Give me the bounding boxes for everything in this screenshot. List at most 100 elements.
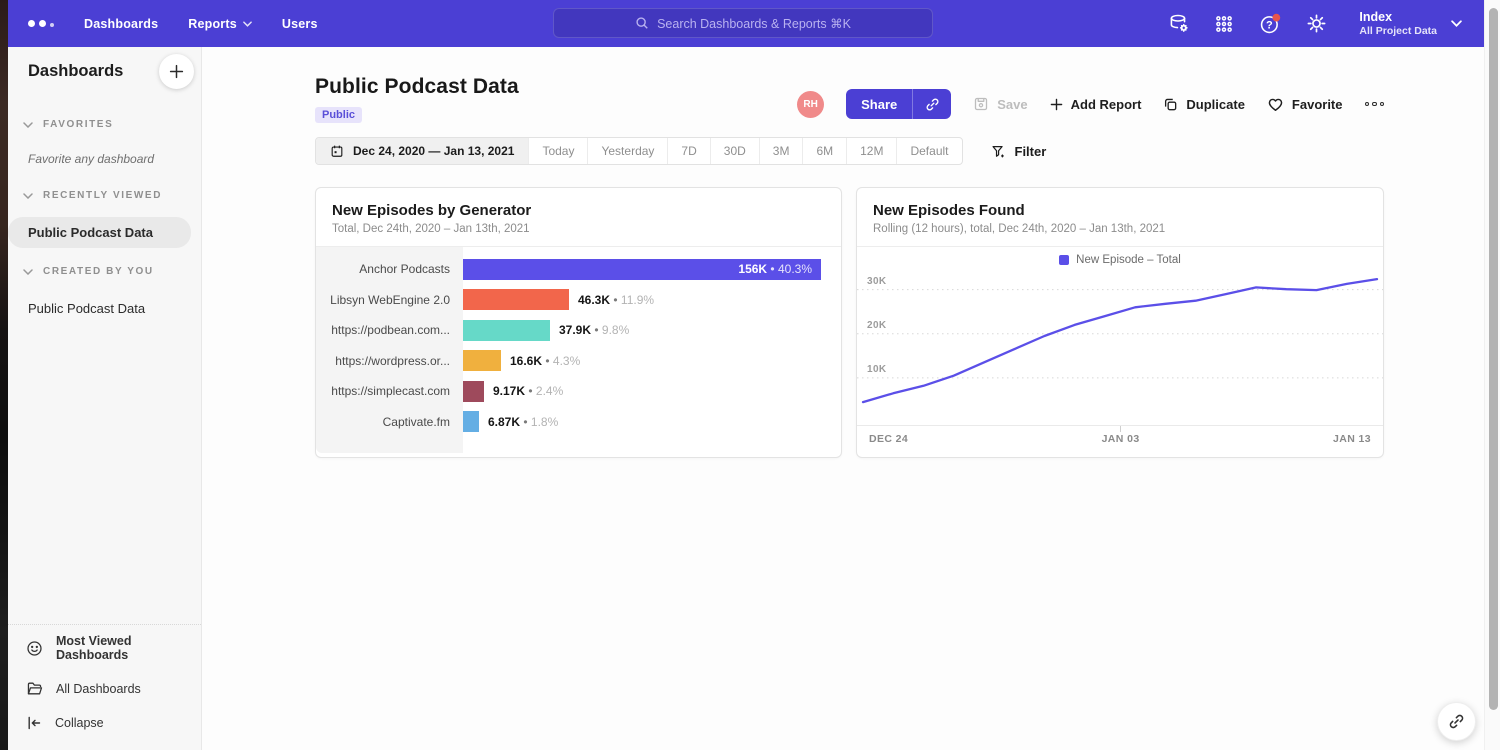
section-header-favorites[interactable]: FAVORITES xyxy=(8,109,201,140)
bar-segment[interactable] xyxy=(463,350,501,371)
filter-button[interactable]: Filter xyxy=(991,144,1047,159)
copy-link-floating-button[interactable] xyxy=(1437,702,1476,741)
app-logo[interactable] xyxy=(8,20,72,27)
footer-item-label: Collapse xyxy=(55,716,104,730)
search-placeholder: Search Dashboards & Reports ⌘K xyxy=(657,16,851,31)
nav-item-reports[interactable]: Reports xyxy=(188,17,252,31)
bar-segment[interactable]: 156K • 40.3% xyxy=(463,259,821,280)
bar-segment[interactable] xyxy=(463,381,484,402)
data-governance-icon[interactable] xyxy=(1167,13,1189,35)
date-controls: Dec 24, 2020 — Jan 13, 2021 TodayYesterd… xyxy=(315,137,1046,165)
section-label: CREATED BY YOU xyxy=(43,266,154,277)
bar-value-label: 16.6K • 4.3% xyxy=(510,354,580,368)
nav-item-label: Dashboards xyxy=(84,17,158,31)
folder-icon xyxy=(26,680,43,697)
sidebar-footer-all-dashboards[interactable]: All Dashboards xyxy=(8,671,201,706)
sidebar-footer-most-viewed-dashboards[interactable]: Most Viewed Dashboards xyxy=(8,625,201,671)
bar-zone: 46.3K • 11.9% xyxy=(463,289,841,310)
add-report-button[interactable]: Add Report xyxy=(1050,97,1142,112)
primary-nav: Dashboards Reports Users xyxy=(84,17,318,31)
account-name: Index xyxy=(1359,10,1437,26)
plus-icon xyxy=(169,64,184,79)
save-icon xyxy=(973,96,989,112)
bar-row[interactable]: https://simplecast.com 9.17K • 2.4% xyxy=(316,376,841,407)
x-axis: DEC 24JAN 03JAN 13 xyxy=(857,425,1383,452)
section-header-recently-viewed[interactable]: RECENTLY VIEWED xyxy=(8,180,201,211)
report-card-new-episodes-by-generator[interactable]: New Episodes by Generator Total, Dec 24t… xyxy=(315,187,842,458)
sidebar-title: Dashboards xyxy=(28,62,123,81)
y-axis-tick-label: 20K xyxy=(867,320,887,331)
logo-dot xyxy=(28,20,35,27)
settings-gear-icon[interactable] xyxy=(1305,13,1327,35)
scrollbar-thumb[interactable] xyxy=(1489,8,1498,710)
footer-item-label: All Dashboards xyxy=(56,682,141,696)
bar-row[interactable]: Libsyn WebEngine 2.046.3K • 11.9% xyxy=(316,285,841,316)
date-presets: TodayYesterday7D30D3M6M12MDefault xyxy=(529,138,961,164)
smiley-icon xyxy=(26,640,43,657)
desktop-edge-strip xyxy=(0,0,8,750)
save-button[interactable]: Save xyxy=(973,96,1027,112)
duplicate-icon xyxy=(1163,97,1178,112)
sidebar-item-public-podcast-data[interactable]: Public Podcast Data xyxy=(8,293,191,324)
bar-row[interactable]: Captivate.fm6.87K • 1.8% xyxy=(316,407,841,438)
account-switcher[interactable]: Index All Project Data xyxy=(1359,10,1462,38)
date-preset-6m[interactable]: 6M xyxy=(803,138,847,164)
add-dashboard-button[interactable] xyxy=(159,54,194,89)
sidebar-section: RECENTLY VIEWED Public Podcast Data xyxy=(8,180,201,248)
apps-grid-icon[interactable] xyxy=(1213,13,1235,35)
bar-row[interactable]: https://wordpress.or... 16.6K • 4.3% xyxy=(316,346,841,377)
visibility-badge: Public xyxy=(315,107,362,123)
date-range-picker[interactable]: Dec 24, 2020 — Jan 13, 2021 xyxy=(316,138,529,164)
nav-item-label: Reports xyxy=(188,17,237,31)
sidebar-footer-collapse[interactable]: Collapse xyxy=(8,706,201,740)
chevron-down-icon xyxy=(243,21,252,27)
more-options-button[interactable] xyxy=(1365,98,1385,111)
axis-tick xyxy=(1120,426,1121,432)
favorite-button[interactable]: Favorite xyxy=(1267,96,1343,112)
link-icon xyxy=(1448,713,1465,730)
legend-label: New Episode – Total xyxy=(1076,254,1181,266)
heart-icon xyxy=(1267,96,1284,112)
report-card-new-episodes-found[interactable]: New Episodes Found Rolling (12 hours), t… xyxy=(856,187,1384,458)
nav-item-dashboards[interactable]: Dashboards xyxy=(84,17,158,31)
bar-zone: 9.17K • 2.4% xyxy=(463,381,841,402)
bar-value-label: 9.17K • 2.4% xyxy=(493,384,563,398)
bar-segment[interactable] xyxy=(463,411,479,432)
sidebar-item-public-podcast-data[interactable]: Public Podcast Data xyxy=(8,217,191,248)
card-title: New Episodes Found xyxy=(873,202,1367,219)
bar-row[interactable]: https://podbean.com...37.9K • 9.8% xyxy=(316,315,841,346)
date-preset-3m[interactable]: 3M xyxy=(760,138,804,164)
date-preset-7d[interactable]: 7D xyxy=(668,138,710,164)
topbar: Dashboards Reports Users Search Dashboards… xyxy=(8,0,1484,47)
chevron-down-icon xyxy=(1451,20,1462,27)
bar-category-label: https://simplecast.com xyxy=(316,384,463,398)
share-button-label[interactable]: Share xyxy=(846,89,913,119)
duplicate-button[interactable]: Duplicate xyxy=(1163,97,1245,112)
bar-segment[interactable] xyxy=(463,289,569,310)
bar-row[interactable]: Anchor Podcasts 156K • 40.3% xyxy=(316,254,841,285)
bar-category-label: https://wordpress.or... xyxy=(316,354,463,368)
date-preset-default[interactable]: Default xyxy=(897,138,961,164)
date-preset-30d[interactable]: 30D xyxy=(711,138,760,164)
bar-category-label: Anchor Podcasts xyxy=(316,262,463,276)
report-cards: New Episodes by Generator Total, Dec 24t… xyxy=(315,187,1384,458)
plus-icon xyxy=(1050,98,1063,111)
share-link-icon[interactable] xyxy=(913,89,951,119)
date-preset-yesterday[interactable]: Yesterday xyxy=(588,138,668,164)
logo-dot xyxy=(50,23,54,27)
nav-item-users[interactable]: Users xyxy=(282,17,318,31)
global-search-input[interactable]: Search Dashboards & Reports ⌘K xyxy=(553,8,933,38)
page-scrollbar[interactable] xyxy=(1484,0,1500,750)
dashboard-actions: RH Share Save xyxy=(797,90,1384,118)
section-header-created-by-you[interactable]: CREATED BY YOU xyxy=(8,256,201,287)
date-preset-12m[interactable]: 12M xyxy=(847,138,897,164)
bar-segment[interactable] xyxy=(463,320,550,341)
sidebar-section: FAVORITESFavorite any dashboard xyxy=(8,109,201,180)
bar-value-label: 156K • 40.3% xyxy=(738,262,821,276)
date-preset-today[interactable]: Today xyxy=(529,138,588,164)
line-series[interactable] xyxy=(863,279,1377,402)
legend-swatch xyxy=(1059,255,1069,265)
share-button[interactable]: Share xyxy=(846,89,951,119)
avatar[interactable]: RH xyxy=(797,91,824,118)
help-icon[interactable]: ? xyxy=(1259,13,1281,35)
